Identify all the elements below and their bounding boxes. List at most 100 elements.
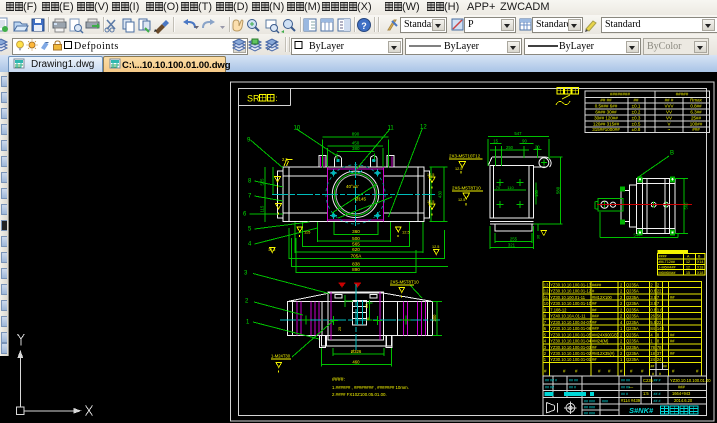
svg-text:2: 2 — [650, 282, 653, 287]
svg-text:2014.6.20: 2014.6.20 — [674, 398, 693, 403]
svg-text:X14: X14 — [697, 260, 703, 264]
svg-text:####: #### — [592, 282, 602, 287]
svg-text:150: 150 — [534, 189, 539, 197]
svg-text:1.###### , ######## , #######: 1.###### , ######## , ####### 10mm. — [332, 385, 409, 390]
svg-text:Rmax: Rmax — [690, 98, 703, 103]
svg-text:22: 22 — [657, 289, 662, 294]
svg-text:25: 25 — [338, 327, 342, 331]
svg-text:12.5: 12.5 — [455, 167, 462, 171]
svg-text:70: 70 — [496, 185, 501, 190]
svg-text:Q235A: Q235A — [626, 282, 639, 287]
svg-text:250: 250 — [506, 145, 514, 150]
svg-text:1.6: 1.6 — [657, 307, 663, 312]
svg-text:6### 30##: 6### 30## — [595, 110, 617, 115]
svg-text:500: 500 — [352, 236, 360, 241]
svg-text:321: 321 — [508, 243, 516, 248]
svg-text:YZ30.10.10.100.01-01: YZ30.10.10.100.01-01 — [550, 357, 591, 362]
svg-text:2: 2 — [620, 351, 623, 356]
svg-text:SR: SR — [247, 94, 260, 104]
svg-text:X18: X18 — [697, 271, 703, 275]
svg-text:## ##: ## ## — [545, 385, 554, 389]
svg-text:#: # — [672, 369, 675, 374]
svg-text:15: 15 — [493, 139, 498, 144]
svg-text:1: 1 — [246, 320, 250, 326]
svg-text:6: 6 — [243, 212, 247, 218]
svg-text:1-M24T30: 1-M24T30 — [271, 354, 291, 359]
svg-text:## ###: ## ### — [584, 412, 595, 416]
svg-text:705A: 705A — [351, 253, 363, 258]
svg-text:25##: 25## — [691, 115, 702, 120]
svg-text:## #: ## # — [654, 379, 661, 383]
svg-text:3.5: 3.5 — [650, 301, 656, 306]
svg-text:#: # — [641, 369, 644, 374]
svg-text:X18: X18 — [697, 266, 703, 270]
svg-text:5: 5 — [544, 332, 547, 337]
svg-text:84: 84 — [650, 326, 655, 331]
svg-text:30## 120##: 30## 120## — [594, 115, 618, 120]
svg-text:VVV: VVV — [664, 104, 673, 109]
svg-text:0.8: 0.8 — [650, 307, 656, 312]
svg-text:YZ30.10.10.100.04-07: YZ30.10.10.100.04-07 — [550, 320, 591, 325]
svg-text:12: 12 — [544, 289, 549, 294]
svg-text:YZ30.10.10.100.01-05: YZ30.10.10.100.01-05 — [550, 332, 591, 337]
svg-text:26: 26 — [650, 314, 655, 319]
svg-text:1: 1 — [620, 345, 623, 350]
svg-text:7.108-12: 7.108-12 — [550, 307, 567, 312]
svg-text:##: ## — [670, 339, 675, 344]
svg-text:Ø326: Ø326 — [351, 349, 362, 354]
svg-text:5.5: 5.5 — [650, 320, 656, 325]
svg-text:##: ## — [670, 332, 675, 337]
svg-text:##: ## — [592, 307, 597, 312]
svg-text:148: 148 — [657, 326, 665, 331]
svg-text:#M12X35(#): #M12X35(#) — [592, 351, 615, 356]
svg-text:###: ### — [692, 127, 700, 132]
svg-text:56: 56 — [657, 314, 662, 319]
svg-text:78: 78 — [657, 345, 662, 350]
svg-text:12: 12 — [420, 125, 427, 131]
svg-text:#: # — [696, 369, 699, 374]
svg-text:#: # — [575, 369, 578, 374]
svg-text:525: 525 — [260, 178, 265, 186]
svg-text:20: 20 — [535, 144, 540, 149]
svg-text:360: 360 — [352, 229, 360, 234]
svg-text:## #: ## # — [569, 385, 576, 389]
svg-text:9: 9 — [544, 307, 547, 312]
svg-text:###: ### — [592, 314, 600, 319]
svg-text:##: ## — [592, 345, 597, 350]
svg-text:115: 115 — [260, 205, 265, 212]
svg-text:15: 15 — [686, 271, 690, 275]
svg-text:2: 2 — [245, 299, 249, 305]
svg-text:12.5: 12.5 — [432, 245, 439, 249]
svg-text:24: 24 — [657, 357, 662, 362]
svg-text:12.5: 12.5 — [427, 173, 434, 177]
svg-text:###: ### — [678, 385, 686, 390]
svg-text:78: 78 — [650, 345, 655, 350]
svg-text:430: 430 — [438, 190, 443, 198]
svg-text:380: 380 — [352, 146, 360, 151]
svg-text:2: 2 — [620, 314, 623, 319]
svg-text:##: ## — [592, 357, 597, 362]
svg-text:2: 2 — [544, 351, 547, 356]
svg-text:YZ30.10.10.100.01-12: YZ30.10.10.100.01-12 — [550, 289, 591, 294]
svg-text:300: 300 — [432, 314, 437, 322]
svg-text:450: 450 — [352, 141, 360, 146]
svg-text:2X6-M5T8T10: 2X6-M5T8T10 — [452, 186, 481, 191]
svg-text:#: # — [563, 369, 566, 374]
svg-text:##: ## — [592, 320, 597, 325]
svg-text:2: 2 — [620, 289, 623, 294]
svg-text:###: ### — [602, 400, 608, 404]
svg-text:±0.5: ±0.5 — [632, 121, 641, 126]
svg-text:YZ40.10.10A.01-11: YZ40.10.10A.01-11 — [550, 314, 586, 319]
svg-text:0.5### 6##: 0.5### 6## — [595, 104, 618, 109]
svg-text:620: 620 — [352, 247, 360, 252]
svg-text:8: 8 — [657, 332, 660, 337]
svg-text:Q235A: Q235A — [626, 320, 639, 325]
svg-text:2: 2 — [620, 332, 623, 337]
svg-text:±0.1: ±0.1 — [632, 104, 641, 109]
svg-text:C235: C235 — [643, 378, 654, 383]
svg-text:##: ## — [663, 365, 667, 369]
svg-text:10: 10 — [544, 301, 549, 306]
svg-text:#: # — [630, 369, 633, 374]
svg-text:YZ30.10.10.100.01-03: YZ30.10.10.100.01-03 — [550, 345, 591, 350]
svg-text:## ###: ## ### — [584, 400, 595, 404]
